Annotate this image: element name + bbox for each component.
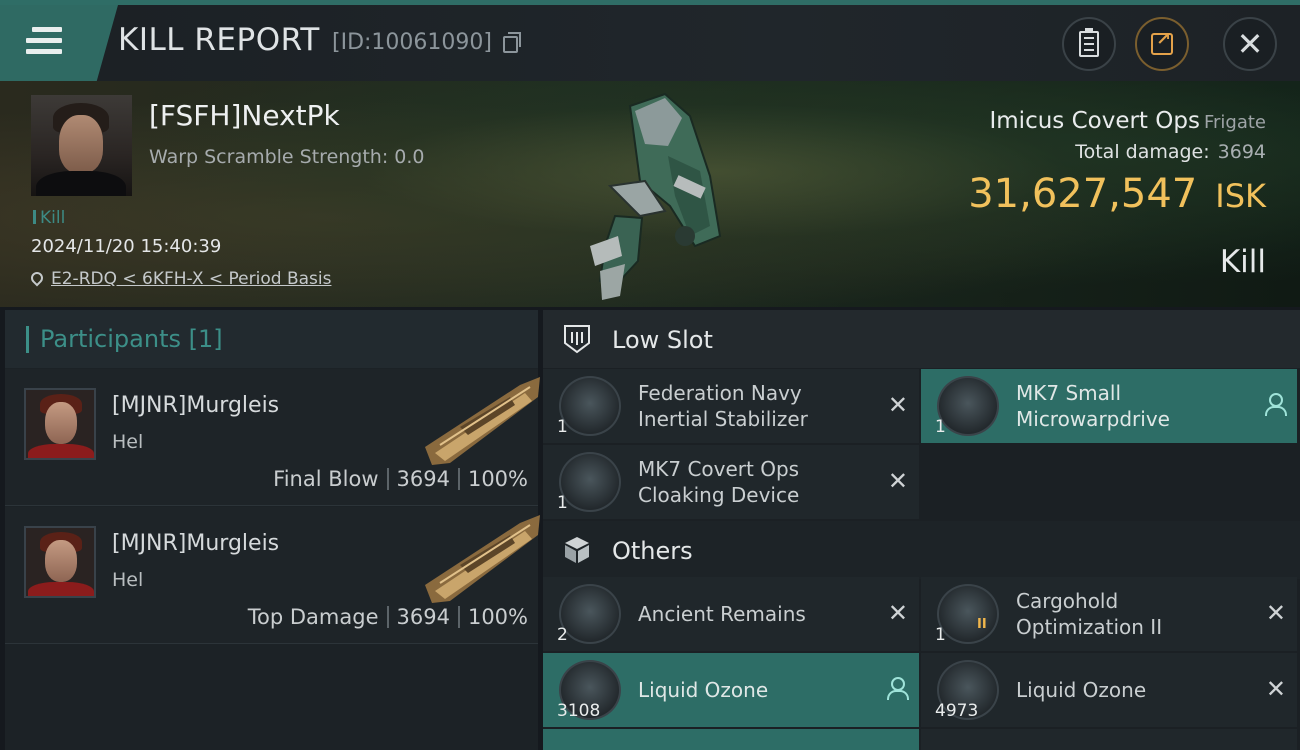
item-partial-row[interactable] (543, 729, 919, 750)
participant-name: [MJNR]Murgleis (112, 531, 280, 556)
victim-ship-class: Frigate (1203, 112, 1266, 133)
isk-value: 31,627,547 ISK (968, 171, 1266, 217)
item-mk7-small-microwarpdrive[interactable]: 1 MK7 Small Microwarpdrive (921, 369, 1297, 443)
destroyed-icon: ✕ (887, 599, 908, 627)
participant-row[interactable]: [MJNR]Murgleis Hel Final Blow 3694 100% (5, 369, 540, 506)
report-id: [ID:10061090] (332, 30, 492, 55)
participant-damage: 3694 (396, 605, 450, 629)
others-header: Others (543, 521, 1300, 579)
microwarpdrive-icon (937, 376, 999, 436)
victim-ship-name[interactable]: Imicus Covert Ops Frigate (989, 108, 1266, 134)
clipboard-button[interactable] (1062, 17, 1116, 71)
item-quantity: 2 (557, 625, 568, 645)
total-damage: Total damage: 3694 (1075, 141, 1266, 163)
cube-icon (565, 537, 589, 563)
destroyed-icon: ✕ (1265, 599, 1286, 627)
close-icon: ✕ (1236, 25, 1264, 63)
item-quantity: 1 (935, 625, 946, 645)
low-slot-icon (564, 325, 590, 354)
remains-icon (559, 584, 621, 644)
participant-damage: 3694 (396, 467, 450, 491)
participant-row[interactable]: [MJNR]Murgleis Hel Top Damage 3694 100% (5, 507, 540, 644)
participant-ship: Hel (112, 431, 144, 453)
low-slot-header: Low Slot (543, 310, 1300, 368)
item-name: MK7 Covert Ops Cloaking Device (638, 457, 800, 507)
item-ancient-remains[interactable]: 2 Ancient Remains ✕ (543, 577, 919, 651)
item-quantity: 1 (557, 417, 568, 437)
copy-icon[interactable] (503, 32, 521, 53)
clipboard-icon (1079, 28, 1099, 57)
cloak-icon (559, 452, 621, 512)
page-title: KILL REPORT (118, 22, 320, 58)
item-name: MK7 Small Microwarpdrive (1016, 381, 1170, 431)
item-name: Liquid Ozone (1016, 678, 1147, 702)
victim-ship-image (590, 92, 722, 300)
cargohold-icon (937, 584, 999, 644)
close-button[interactable]: ✕ (1223, 17, 1277, 71)
item-name: Ancient Remains (638, 602, 806, 626)
hamburger-icon (26, 27, 62, 55)
participant-avatar[interactable] (24, 526, 96, 598)
participant-stats: Top Damage 3694 100% (248, 605, 528, 629)
participant-name: [MJNR]Murgleis (112, 393, 280, 418)
participant-percent: 100% (467, 605, 528, 629)
participant-ship-image (425, 515, 540, 603)
location-link[interactable]: E2-RDQ < 6KFH-X < Period Basis (51, 269, 331, 289)
item-name: Cargohold Optimization II (1016, 589, 1163, 639)
victim-name[interactable]: [FSFH]NextPk (149, 99, 340, 132)
item-federation-navy-inertial-stabilizer[interactable]: 1 Federation Navy Inertial Stabilizer ✕ (543, 369, 919, 443)
location-pin-icon (28, 269, 46, 287)
low-slot-title: Low Slot (612, 326, 713, 354)
kill-datetime: 2024/11/20 15:40:39 (31, 236, 222, 257)
item-quantity: 4973 (935, 701, 979, 721)
share-button[interactable] (1135, 17, 1189, 71)
participant-avatar[interactable] (24, 388, 96, 460)
item-name: Liquid Ozone (638, 678, 769, 702)
kill-tag: Kill (33, 208, 65, 228)
item-cargohold-optimization-ii[interactable]: II 1 Cargohold Optimization II ✕ (921, 577, 1297, 651)
dropped-person-icon (887, 677, 909, 700)
item-liquid-ozone[interactable]: 3108 Liquid Ozone (543, 653, 919, 727)
warp-scramble-strength: Warp Scramble Strength: 0.0 (149, 146, 425, 168)
kill-result: Kill (1219, 244, 1266, 280)
tech-tier-badge: II (977, 617, 987, 632)
item-name: Federation Navy Inertial Stabilizer (638, 381, 808, 431)
stabilizer-icon (559, 376, 621, 436)
item-partial-row[interactable] (921, 729, 1297, 750)
item-quantity: 3108 (557, 701, 601, 721)
participant-role: Final Blow (273, 467, 379, 491)
items-panel: Low Slot 1 Federation Navy Inertial Stab… (543, 310, 1300, 750)
participant-ship-image (425, 377, 540, 465)
participant-role: Top Damage (247, 605, 379, 629)
destroyed-icon: ✕ (1265, 675, 1286, 703)
item-liquid-ozone[interactable]: 4973 Liquid Ozone ✕ (921, 653, 1297, 727)
item-quantity: 1 (935, 417, 946, 437)
participants-header: Participants [1] (5, 310, 538, 368)
participant-stats: Final Blow 3694 100% (273, 467, 528, 491)
total-damage-value: 3694 (1217, 141, 1266, 163)
victim-avatar[interactable] (31, 95, 132, 196)
share-icon (1151, 29, 1173, 55)
destroyed-icon: ✕ (887, 467, 908, 495)
participants-title: Participants [1] (40, 325, 223, 353)
kill-location[interactable]: E2-RDQ < 6KFH-X < Period Basis (28, 269, 331, 289)
others-title: Others (612, 537, 693, 565)
destroyed-icon: ✕ (887, 391, 908, 419)
participant-ship: Hel (112, 569, 144, 591)
dropped-person-icon (1265, 393, 1287, 416)
participants-panel: Participants [1] [MJNR]Murgleis Hel Fina… (5, 310, 540, 750)
item-mk7-covert-ops-cloaking-device[interactable]: 1 MK7 Covert Ops Cloaking Device ✕ (543, 445, 919, 519)
participant-percent: 100% (467, 467, 528, 491)
item-quantity: 1 (557, 493, 568, 513)
